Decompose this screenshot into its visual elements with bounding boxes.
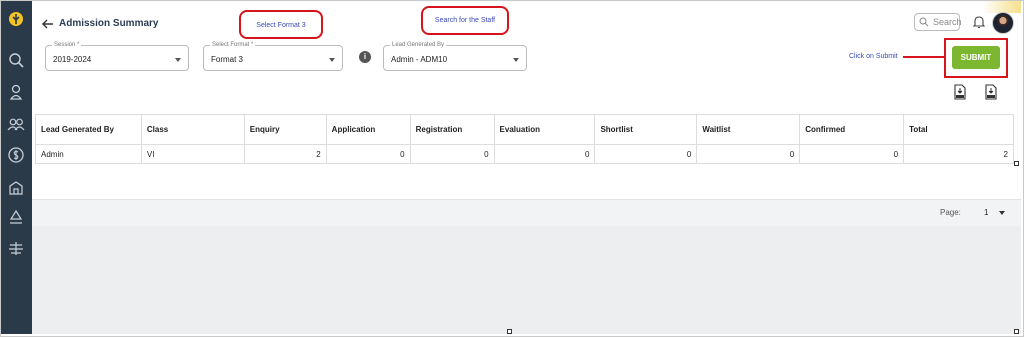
back-arrow-icon[interactable] xyxy=(41,17,55,31)
search-icon[interactable] xyxy=(7,51,25,69)
pagination-bar xyxy=(32,199,1021,226)
session-label: Session * xyxy=(52,41,82,49)
format-value: Format 3 xyxy=(211,55,244,64)
session-select[interactable]: Session * 2019-2024 xyxy=(45,41,189,71)
chevron-down-icon xyxy=(329,58,335,62)
summary-table: Lead Generated By Class Enquiry Applicat… xyxy=(35,114,1014,164)
table-cell: 2 xyxy=(903,144,1014,164)
table-cell: 0 xyxy=(799,144,905,164)
chevron-down-icon xyxy=(513,58,519,62)
submit-hint-line xyxy=(903,56,944,58)
table-cell: VI xyxy=(140,144,245,164)
users-icon[interactable] xyxy=(7,115,25,133)
recycle-icon[interactable] xyxy=(7,208,25,226)
submit-highlight: SUBMIT xyxy=(944,38,1008,78)
content-background xyxy=(32,226,1021,334)
column-header: Lead Generated By xyxy=(35,114,142,145)
column-header: Confirmed xyxy=(799,114,905,145)
search-label: Search xyxy=(933,17,962,27)
page-label: Page: xyxy=(940,208,961,217)
resize-handle[interactable] xyxy=(507,329,512,334)
download-csv-icon[interactable] xyxy=(953,84,967,100)
page-select[interactable]: 1 xyxy=(984,208,988,217)
column-header: Registration xyxy=(409,114,495,145)
page-header: Admission Summary Search xyxy=(32,1,1021,41)
lead-value: Admin - ADM10 xyxy=(391,55,448,64)
column-header: Class xyxy=(140,114,245,145)
chevron-down-icon xyxy=(175,58,181,62)
logo-icon[interactable] xyxy=(7,10,25,28)
page-title: Admission Summary xyxy=(59,18,159,29)
format-label: Select Format * xyxy=(210,41,256,49)
table-cell: 0 xyxy=(325,144,411,164)
select-format-callout-text: Select Format 3 xyxy=(256,22,306,29)
table-cell: 0 xyxy=(594,144,698,164)
info-icon[interactable]: i xyxy=(359,51,371,63)
table-cell: 2 xyxy=(243,144,327,164)
main-content: Admission Summary Search Session * 2019-… xyxy=(32,1,1021,334)
search-icon xyxy=(919,17,929,27)
column-header: Evaluation xyxy=(493,114,596,145)
column-header: Application xyxy=(325,114,411,145)
column-header: Shortlist xyxy=(594,114,698,145)
submit-hint: Click on Submit xyxy=(849,53,898,60)
avatar[interactable] xyxy=(992,12,1014,34)
column-header: Waitlist xyxy=(696,114,801,145)
select-format-callout: Select Format 3 xyxy=(239,10,323,39)
search-box[interactable]: Search xyxy=(914,13,962,31)
resize-handle[interactable] xyxy=(1014,161,1019,166)
table-cell: Admin xyxy=(35,144,142,164)
lead-label: Lead Generated By xyxy=(390,41,447,49)
submit-button[interactable]: SUBMIT xyxy=(952,46,1000,69)
format-select[interactable]: Select Format * Format 3 xyxy=(203,41,343,71)
building-icon[interactable] xyxy=(7,178,25,196)
lead-select[interactable]: Lead Generated By Admin - ADM10 xyxy=(383,41,527,71)
student-icon[interactable] xyxy=(7,83,25,101)
column-header: Total xyxy=(903,114,1014,145)
session-value: 2019-2024 xyxy=(53,55,92,64)
resize-handle[interactable] xyxy=(1014,329,1019,334)
table-row: Admin VI 2 0 0 0 0 0 0 2 xyxy=(35,144,1014,164)
search-staff-callout: Search for the Staff xyxy=(421,6,509,35)
stack-icon[interactable] xyxy=(7,239,25,257)
table-cell: 0 xyxy=(493,144,596,164)
chevron-down-icon[interactable] xyxy=(999,211,1005,215)
search-staff-callout-text: Search for the Staff xyxy=(434,17,496,24)
table-header-row: Lead Generated By Class Enquiry Applicat… xyxy=(35,114,1014,145)
column-header: Enquiry xyxy=(243,114,327,145)
app-window: Admission Summary Search Session * 2019-… xyxy=(0,0,1024,337)
sidebar xyxy=(1,1,32,334)
table-cell: 0 xyxy=(409,144,495,164)
dollar-icon[interactable] xyxy=(7,146,25,164)
bell-icon[interactable] xyxy=(972,15,986,29)
table-cell: 0 xyxy=(696,144,801,164)
download-pdf-icon[interactable] xyxy=(984,84,998,100)
